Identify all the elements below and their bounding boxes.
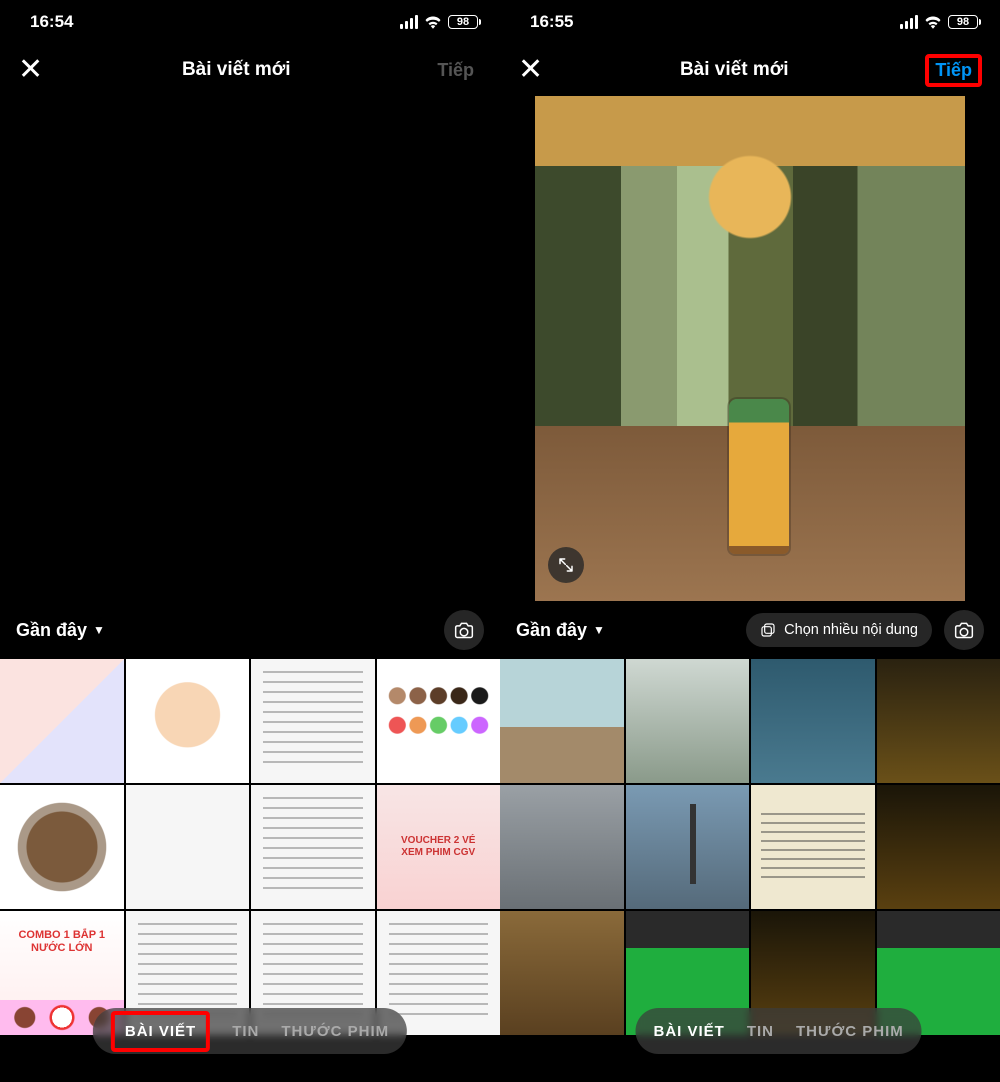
gallery-thumb[interactable] [751,659,875,783]
expand-icon [558,557,574,573]
battery-icon: 98 [448,15,478,29]
wifi-icon [424,15,442,29]
close-button[interactable]: ✕ [18,55,43,85]
mode-post[interactable]: BÀI VIẾT [654,1023,725,1040]
camera-button[interactable] [944,610,984,650]
multi-select-icon [760,622,776,638]
status-time: 16:54 [30,12,73,32]
album-dropdown[interactable]: Gần đây ▼ [516,620,605,641]
chevron-down-icon: ▼ [593,623,605,637]
wifi-icon [924,15,942,29]
camera-button[interactable] [444,610,484,650]
battery-icon: 98 [948,15,978,29]
gallery-thumb[interactable] [251,785,375,909]
status-right: 98 [900,15,978,29]
gallery-thumb[interactable] [500,911,624,1035]
gallery-toolbar: Gần đây ▼ [0,601,500,659]
page-title: Bài viết mới [182,59,291,81]
screen-right: 16:55 98 ✕ Bài viết mới Tiếp Gần đây ▼ [500,0,1000,1082]
gallery-thumb[interactable] [626,785,750,909]
gallery-thumb[interactable] [877,659,1000,783]
gallery-thumb[interactable] [126,785,250,909]
screen-left: 16:54 98 ✕ Bài viết mới Tiếp Gần đây ▼ [0,0,500,1082]
multi-select-label: Chọn nhiều nội dung [784,622,918,638]
gallery-thumb[interactable] [0,659,124,783]
status-bar: 16:55 98 [500,0,1000,44]
mode-selector[interactable]: BÀI VIẾT TIN THƯỚC PHIM [93,1008,407,1054]
mode-selector[interactable]: BÀI VIẾT TIN THƯỚC PHIM [636,1008,922,1054]
close-button[interactable]: ✕ [518,55,543,85]
status-right: 98 [400,15,478,29]
gallery-thumb[interactable] [626,659,750,783]
expand-button[interactable] [548,547,584,583]
mode-post[interactable]: BÀI VIẾT [111,1011,210,1052]
chevron-down-icon: ▼ [93,623,105,637]
mode-story[interactable]: TIN [232,1023,259,1040]
cellular-icon [400,15,418,29]
gallery-thumb[interactable] [251,659,375,783]
gallery-thumb[interactable] [126,659,250,783]
status-time: 16:55 [530,12,573,32]
gallery-thumb[interactable] [877,785,1000,909]
gallery-thumb[interactable] [500,785,624,909]
camera-icon [454,620,474,640]
next-button[interactable]: Tiếp [925,54,982,87]
mode-reel[interactable]: THƯỚC PHIM [796,1023,904,1040]
camera-icon [954,620,974,640]
gallery-thumb[interactable] [0,785,124,909]
preview-selected-photo [535,96,965,601]
gallery-thumb[interactable] [500,659,624,783]
header: ✕ Bài viết mới Tiếp [0,44,500,96]
gallery-toolbar: Gần đây ▼ Chọn nhiều nội dung [500,601,1000,659]
preview-area[interactable] [500,96,1000,601]
header: ✕ Bài viết mới Tiếp [500,44,1000,96]
next-button[interactable]: Tiếp [429,56,482,85]
cellular-icon [900,15,918,29]
preview-area[interactable] [0,96,500,601]
mode-story[interactable]: TIN [747,1023,774,1040]
page-title: Bài viết mới [680,59,789,81]
mode-reel[interactable]: THƯỚC PHIM [281,1023,389,1040]
album-dropdown[interactable]: Gần đây ▼ [16,620,105,641]
gallery-thumb[interactable]: VOUCHER 2 VÉ XEM PHIM CGV [377,785,501,909]
album-label: Gần đây [16,620,87,641]
gallery-thumb[interactable] [751,785,875,909]
gallery-thumb[interactable] [377,659,501,783]
status-bar: 16:54 98 [0,0,500,44]
album-label: Gần đây [516,620,587,641]
multi-select-button[interactable]: Chọn nhiều nội dung [746,613,932,647]
